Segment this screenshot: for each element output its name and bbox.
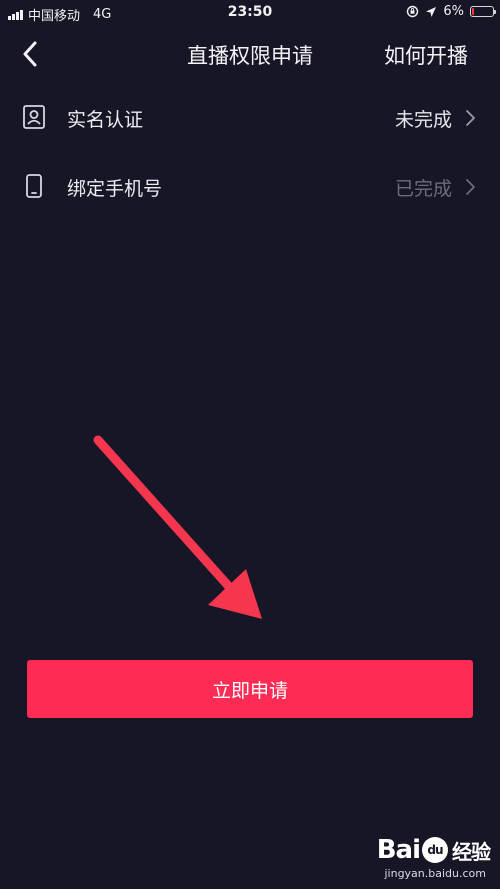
screen: 中国移动 4G 23:50 6% 直播权限申请 如何开播 实名认证 未完成 绑定… [0,0,500,889]
battery-fill [472,8,474,15]
phone-icon [26,174,42,198]
battery-percent: 6% [443,4,464,19]
list-item-label: 实名认证 [67,109,144,131]
status-bar: 中国移动 4G 23:50 6% [0,0,500,26]
chevron-right-icon [466,179,475,195]
list-item-real-name[interactable]: 实名认证 未完成 [0,88,500,148]
status-right: 6% [406,4,496,19]
nav-bar: 直播权限申请 如何开播 [0,26,500,82]
person-card-icon [23,105,45,129]
location-arrow-icon [426,6,437,17]
paw-icon: du [422,837,448,863]
battery-icon [470,6,496,17]
list-item-status: 已完成 [394,178,452,200]
how-to-stream-link[interactable]: 如何开播 [384,40,468,70]
list-item-bind-phone[interactable]: 绑定手机号 已完成 [0,157,500,217]
watermark-url: jingyan.baidu.com [384,867,486,880]
baidu-logo: Bai du 经验 [376,835,491,865]
baidu-jingyan-watermark: Bai du 经验 jingyan.baidu.com [340,835,491,883]
list-item-status: 未完成 [394,109,452,131]
apply-now-button[interactable]: 立即申请 [27,660,473,718]
orientation-lock-icon [407,5,419,18]
list-item-label: 绑定手机号 [67,178,163,200]
chevron-right-icon [466,110,475,126]
